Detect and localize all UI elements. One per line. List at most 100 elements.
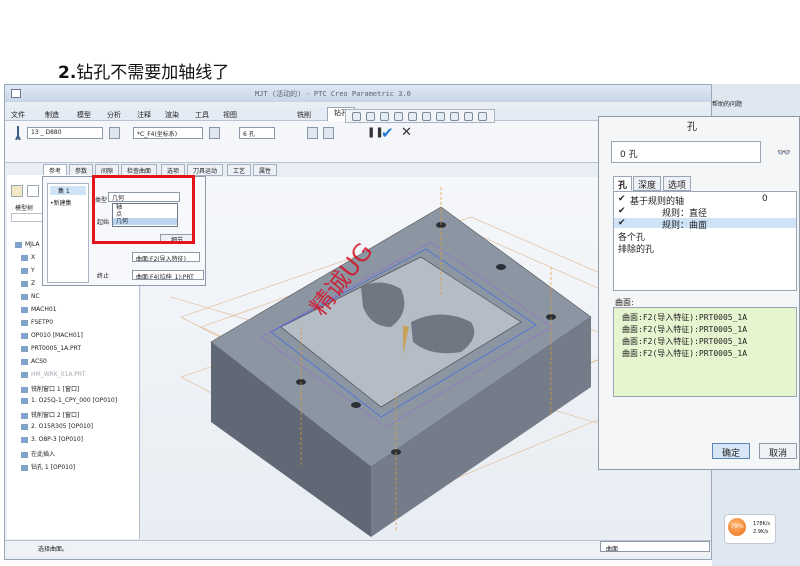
menu-tab[interactable]: 工具 <box>195 110 209 120</box>
menu-tab[interactable]: 模型 <box>77 110 91 120</box>
tree-item[interactable]: 3. O8P-3 [OP010] <box>21 436 83 443</box>
status-message: 选择曲面。 <box>38 546 69 553</box>
tree-node-icon <box>21 345 28 352</box>
hole-count-field[interactable]: 6 孔 <box>239 127 275 139</box>
csys-field[interactable]: *C_F4(坐标系) <box>133 127 203 139</box>
repaint-icon[interactable] <box>394 112 403 121</box>
tree-item[interactable]: HM_WRK_01A.PRT <box>21 371 85 378</box>
tool-field[interactable]: 13 _ D880 <box>27 127 103 139</box>
rule-count: 0 <box>762 194 768 204</box>
rule-check-icon: ✔ <box>618 206 626 216</box>
cancel-button[interactable]: 取消 <box>759 443 797 459</box>
highlight-box <box>92 175 195 244</box>
surface-item[interactable]: 曲面:F2(导入特征):PRT0005_1A <box>622 348 747 359</box>
ok-button[interactable]: 确定 <box>712 443 750 459</box>
end-surface-field[interactable]: 曲面:F4(拉伸_1):PRT <box>132 270 204 280</box>
tree-item[interactable]: PRT0005_1A.PRT <box>21 345 81 352</box>
page-heading: 2.钻孔不需要加轴线了 <box>58 63 230 83</box>
folder-icon[interactable] <box>11 185 23 197</box>
dd-out-icon[interactable] <box>307 127 318 139</box>
tree-node-icon <box>21 319 28 326</box>
title-bar: MJT (活动的) - PTC Creo Parametric 3.0 <box>5 85 711 102</box>
glasses-icon[interactable]: 👓 <box>777 146 791 159</box>
net-rates: 178K/s 2.9K/s <box>753 521 771 535</box>
zoom-fit-icon[interactable] <box>352 112 361 121</box>
start-surface-field[interactable]: 曲面:F2(导入特征) <box>132 252 200 262</box>
zoom-in-icon[interactable] <box>366 112 375 121</box>
quick-access-icon[interactable] <box>11 89 21 98</box>
annotation-display-icon[interactable] <box>450 112 459 121</box>
display-style-icon[interactable] <box>408 112 417 121</box>
tree-node-icon <box>21 436 28 443</box>
layer-icon[interactable] <box>27 185 39 197</box>
surface-list: 曲面:F2(导入特征):PRT0005_1A 曲面:F2(导入特征):PRT000… <box>613 307 797 397</box>
hole-set-list: 集 1 •新建集 <box>47 183 89 283</box>
cpu-ball: 79% <box>728 518 746 536</box>
tree-node-icon <box>15 241 22 248</box>
menu-tab[interactable]: 分析 <box>107 110 121 120</box>
menu-tab[interactable]: 注释 <box>137 110 151 120</box>
menu-tab[interactable]: 渲染 <box>165 110 179 120</box>
tree-item[interactable]: MACH01 <box>21 306 57 313</box>
rule-item[interactable]: 规则：曲面 <box>662 218 707 231</box>
tree-item[interactable]: 1. O25Q-1_CPY_000 [OP010] <box>21 397 117 404</box>
tree-node-icon <box>21 254 28 261</box>
tree-item[interactable]: NC <box>21 293 40 300</box>
menu-tab[interactable]: 文件 <box>11 110 25 120</box>
tool-settings-icon[interactable] <box>109 127 120 139</box>
tree-node-icon <box>21 397 28 404</box>
dialog-tab[interactable]: 孔 <box>613 176 633 191</box>
drill-cycle-icon[interactable] <box>323 127 334 139</box>
rule-item[interactable]: 排除的孔 <box>618 242 654 255</box>
set-item[interactable]: 集 1 <box>50 186 86 195</box>
filter-value: 曲面 <box>606 546 619 553</box>
saved-views-icon[interactable] <box>422 112 431 121</box>
zoom-out-icon[interactable] <box>380 112 389 121</box>
tree-item[interactable]: FSETP0 <box>21 319 53 326</box>
window-title: MJT (活动的) - PTC Creo Parametric 3.0 <box>255 90 411 98</box>
csys-display-icon[interactable] <box>478 112 487 121</box>
surface-item[interactable]: 曲面:F2(导入特征):PRT0005_1A <box>622 312 747 323</box>
end-label: 终止 <box>97 273 110 280</box>
tree-item[interactable]: 2. O15R305 [OP010] <box>21 423 93 430</box>
hole-name-field[interactable]: 0 孔 <box>611 141 761 163</box>
surface-item[interactable]: 曲面:F2(导入特征):PRT0005_1A <box>622 324 747 335</box>
subtab[interactable]: 工艺 <box>227 164 252 176</box>
menu-tab[interactable]: 制造 <box>45 110 59 120</box>
tree-item[interactable]: 钻孔 1 [OP010] <box>21 462 75 471</box>
model-tree-header: 模型树 <box>15 205 34 212</box>
tree-item[interactable]: 铣削窗口 1 [窗口] <box>21 384 79 393</box>
new-set-item[interactable]: •新建集 <box>50 198 72 207</box>
tree-node-icon <box>21 332 28 339</box>
tree-item[interactable]: 铣削窗口 2 [窗口] <box>21 410 79 419</box>
tree-node-icon <box>21 451 28 458</box>
tree-node-icon <box>21 371 28 378</box>
dialog-tab[interactable]: 深度 <box>633 176 662 191</box>
drill-tool-icon <box>15 126 21 140</box>
tree-node-icon <box>21 358 28 365</box>
rule-check-icon: ✔ <box>618 194 626 204</box>
tree-item[interactable]: Y <box>21 267 35 274</box>
subtab[interactable]: 属性 <box>253 164 278 176</box>
spin-center-icon[interactable] <box>464 112 473 121</box>
menu-tab[interactable]: 视图 <box>223 110 237 120</box>
tree-item[interactable]: 在此插入 <box>21 449 55 458</box>
help-question-label: 帮助的问题 <box>712 101 743 108</box>
tree-node-icon <box>21 280 28 287</box>
tree-item[interactable]: Z <box>21 280 35 287</box>
tree-item[interactable]: X <box>21 254 35 261</box>
tree-item[interactable]: ACS0 <box>21 358 47 365</box>
tree-node-icon <box>21 293 28 300</box>
menu-tab[interactable]: 铣削 <box>297 110 311 120</box>
tree-node-icon <box>21 267 28 274</box>
tree-item[interactable]: OP010 [MACH01] <box>21 332 83 339</box>
csys-icon[interactable] <box>209 127 220 139</box>
datum-display-icon[interactable] <box>436 112 445 121</box>
confirm-check-icon[interactable]: ✔ <box>381 124 394 142</box>
surface-item[interactable]: 曲面:F2(导入特征):PRT0005_1A <box>622 336 747 347</box>
tree-node-icon <box>21 464 28 471</box>
hole-dialog: 孔 0 孔 👓 孔深度 选项 ✔ 基于规则的轴 0 ✔ 规则：直径 ✔ 规则：曲面… <box>598 116 800 470</box>
cancel-x-icon[interactable]: ✕ <box>401 125 412 140</box>
tree-item[interactable]: MJLA <box>15 241 40 248</box>
dialog-tab[interactable]: 选项 <box>663 176 692 191</box>
